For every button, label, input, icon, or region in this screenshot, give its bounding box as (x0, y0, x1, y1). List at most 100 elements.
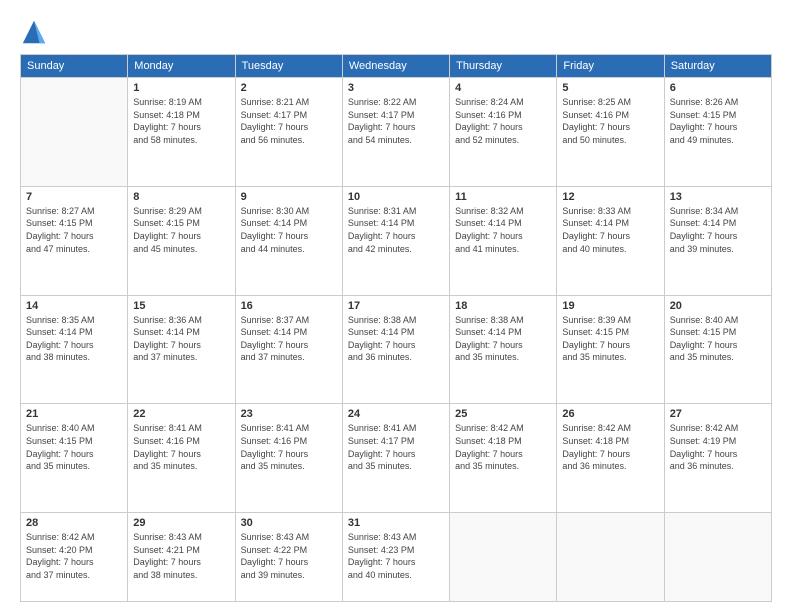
day-info: Sunrise: 8:43 AM Sunset: 4:23 PM Dayligh… (348, 531, 444, 581)
calendar-cell: 25 Sunrise: 8:42 AM Sunset: 4:18 PM Dayli… (450, 404, 557, 513)
calendar-cell: 31 Sunrise: 8:43 AM Sunset: 4:23 PM Dayli… (342, 513, 449, 602)
day-info: Sunrise: 8:42 AM Sunset: 4:20 PM Dayligh… (26, 531, 122, 581)
calendar-cell: 20Sunrise: 8:40 AM Sunset: 4:15 PM Dayli… (664, 295, 771, 404)
calendar-table: SundayMondayTuesdayWednesdayThursdayFrid… (20, 54, 772, 602)
calendar-week-row: 21 Sunrise: 8:40 AM Sunset: 4:15 PM Dayli… (21, 404, 772, 513)
day-number: 1 (133, 82, 229, 94)
day-number: 4 (455, 82, 551, 94)
day-number: 6 (670, 82, 766, 94)
day-number: 24 (348, 408, 444, 420)
day-info: Sunrise: 8:40 AM Sunset: 4:15 PM Dayligh… (26, 422, 122, 472)
header (20, 18, 772, 46)
day-number: 25 (455, 408, 551, 420)
calendar-cell: 23 Sunrise: 8:41 AM Sunset: 4:16 PM Dayli… (235, 404, 342, 513)
day-number: 30 (241, 517, 337, 529)
calendar-cell: 30Sunrise: 8:43 AM Sunset: 4:22 PM Dayli… (235, 513, 342, 602)
calendar-day-header: Tuesday (235, 55, 342, 78)
day-info: Sunrise: 8:30 AM Sunset: 4:14 PM Dayligh… (241, 205, 337, 255)
calendar-cell: 15 Sunrise: 8:36 AM Sunset: 4:14 PM Dayli… (128, 295, 235, 404)
calendar-cell: 12 Sunrise: 8:33 AM Sunset: 4:14 PM Dayli… (557, 186, 664, 295)
day-number: 14 (26, 300, 122, 312)
calendar-day-header: Wednesday (342, 55, 449, 78)
calendar-day-header: Thursday (450, 55, 557, 78)
day-info: Sunrise: 8:36 AM Sunset: 4:14 PM Dayligh… (133, 314, 229, 364)
calendar-cell: 21 Sunrise: 8:40 AM Sunset: 4:15 PM Dayli… (21, 404, 128, 513)
day-number: 13 (670, 191, 766, 203)
calendar-week-row: 14 Sunrise: 8:35 AM Sunset: 4:14 PM Dayli… (21, 295, 772, 404)
calendar-cell: 19 Sunrise: 8:39 AM Sunset: 4:15 PM Dayli… (557, 295, 664, 404)
calendar-cell: 10 Sunrise: 8:31 AM Sunset: 4:14 PM Dayli… (342, 186, 449, 295)
calendar-cell (557, 513, 664, 602)
day-number: 21 (26, 408, 122, 420)
day-info: Sunrise: 8:33 AM Sunset: 4:14 PM Dayligh… (562, 205, 658, 255)
calendar-cell: 28 Sunrise: 8:42 AM Sunset: 4:20 PM Dayli… (21, 513, 128, 602)
calendar-day-header: Friday (557, 55, 664, 78)
day-number: 22 (133, 408, 229, 420)
day-number: 9 (241, 191, 337, 203)
calendar-cell: 16Sunrise: 8:37 AM Sunset: 4:14 PM Dayli… (235, 295, 342, 404)
day-info: Sunrise: 8:29 AM Sunset: 4:15 PM Dayligh… (133, 205, 229, 255)
calendar-day-header: Monday (128, 55, 235, 78)
day-number: 12 (562, 191, 658, 203)
day-number: 10 (348, 191, 444, 203)
day-info: Sunrise: 8:43 AM Sunset: 4:21 PM Dayligh… (133, 531, 229, 581)
day-info: Sunrise: 8:42 AM Sunset: 4:18 PM Dayligh… (455, 422, 551, 472)
calendar-cell: 24 Sunrise: 8:41 AM Sunset: 4:17 PM Dayli… (342, 404, 449, 513)
calendar-cell: 5Sunrise: 8:25 AM Sunset: 4:16 PM Daylig… (557, 78, 664, 187)
day-info: Sunrise: 8:38 AM Sunset: 4:14 PM Dayligh… (348, 314, 444, 364)
day-info: Sunrise: 8:35 AM Sunset: 4:14 PM Dayligh… (26, 314, 122, 364)
calendar-cell: 6 Sunrise: 8:26 AM Sunset: 4:15 PM Daylig… (664, 78, 771, 187)
calendar-cell: 22 Sunrise: 8:41 AM Sunset: 4:16 PM Dayli… (128, 404, 235, 513)
calendar-cell (21, 78, 128, 187)
day-number: 23 (241, 408, 337, 420)
day-info: Sunrise: 8:38 AM Sunset: 4:14 PM Dayligh… (455, 314, 551, 364)
day-info: Sunrise: 8:41 AM Sunset: 4:16 PM Dayligh… (133, 422, 229, 472)
day-number: 29 (133, 517, 229, 529)
calendar-week-row: 7Sunrise: 8:27 AM Sunset: 4:15 PM Daylig… (21, 186, 772, 295)
calendar-week-row: 1 Sunrise: 8:19 AM Sunset: 4:18 PM Daylig… (21, 78, 772, 187)
calendar-cell: 7Sunrise: 8:27 AM Sunset: 4:15 PM Daylig… (21, 186, 128, 295)
day-number: 19 (562, 300, 658, 312)
day-info: Sunrise: 8:24 AM Sunset: 4:16 PM Dayligh… (455, 96, 551, 146)
day-info: Sunrise: 8:26 AM Sunset: 4:15 PM Dayligh… (670, 96, 766, 146)
day-number: 28 (26, 517, 122, 529)
calendar-cell: 27 Sunrise: 8:42 AM Sunset: 4:19 PM Dayli… (664, 404, 771, 513)
day-info: Sunrise: 8:31 AM Sunset: 4:14 PM Dayligh… (348, 205, 444, 255)
calendar-cell: 1 Sunrise: 8:19 AM Sunset: 4:18 PM Daylig… (128, 78, 235, 187)
day-number: 27 (670, 408, 766, 420)
logo (20, 18, 52, 46)
day-info: Sunrise: 8:32 AM Sunset: 4:14 PM Dayligh… (455, 205, 551, 255)
day-number: 2 (241, 82, 337, 94)
day-number: 16 (241, 300, 337, 312)
calendar-cell: 13Sunrise: 8:34 AM Sunset: 4:14 PM Dayli… (664, 186, 771, 295)
calendar-week-row: 28 Sunrise: 8:42 AM Sunset: 4:20 PM Dayli… (21, 513, 772, 602)
calendar-cell: 17Sunrise: 8:38 AM Sunset: 4:14 PM Dayli… (342, 295, 449, 404)
day-number: 3 (348, 82, 444, 94)
calendar-day-header: Sunday (21, 55, 128, 78)
calendar-cell: 26 Sunrise: 8:42 AM Sunset: 4:18 PM Dayli… (557, 404, 664, 513)
day-info: Sunrise: 8:19 AM Sunset: 4:18 PM Dayligh… (133, 96, 229, 146)
calendar-cell: 14 Sunrise: 8:35 AM Sunset: 4:14 PM Dayli… (21, 295, 128, 404)
day-number: 26 (562, 408, 658, 420)
logo-icon (20, 18, 48, 46)
calendar-cell (664, 513, 771, 602)
calendar-cell: 11 Sunrise: 8:32 AM Sunset: 4:14 PM Dayli… (450, 186, 557, 295)
day-number: 7 (26, 191, 122, 203)
day-info: Sunrise: 8:21 AM Sunset: 4:17 PM Dayligh… (241, 96, 337, 146)
day-number: 18 (455, 300, 551, 312)
day-info: Sunrise: 8:41 AM Sunset: 4:16 PM Dayligh… (241, 422, 337, 472)
day-info: Sunrise: 8:42 AM Sunset: 4:19 PM Dayligh… (670, 422, 766, 472)
day-number: 15 (133, 300, 229, 312)
calendar-day-header: Saturday (664, 55, 771, 78)
day-info: Sunrise: 8:41 AM Sunset: 4:17 PM Dayligh… (348, 422, 444, 472)
calendar-cell: 2 Sunrise: 8:21 AM Sunset: 4:17 PM Daylig… (235, 78, 342, 187)
calendar-cell (450, 513, 557, 602)
day-number: 31 (348, 517, 444, 529)
day-info: Sunrise: 8:25 AM Sunset: 4:16 PM Dayligh… (562, 96, 658, 146)
calendar-cell: 9 Sunrise: 8:30 AM Sunset: 4:14 PM Daylig… (235, 186, 342, 295)
day-number: 11 (455, 191, 551, 203)
calendar-header-row: SundayMondayTuesdayWednesdayThursdayFrid… (21, 55, 772, 78)
calendar-cell: 29 Sunrise: 8:43 AM Sunset: 4:21 PM Dayli… (128, 513, 235, 602)
day-info: Sunrise: 8:39 AM Sunset: 4:15 PM Dayligh… (562, 314, 658, 364)
day-info: Sunrise: 8:42 AM Sunset: 4:18 PM Dayligh… (562, 422, 658, 472)
